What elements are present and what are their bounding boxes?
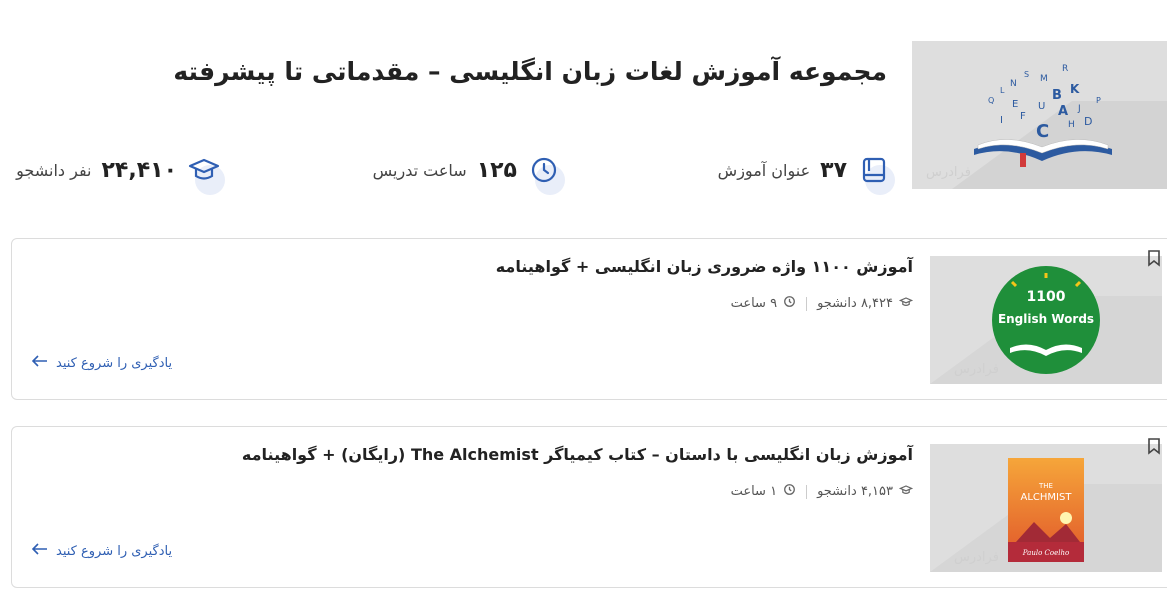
page-title: مجموعه آموزش لغات زبان انگلیسی – مقدماتی… <box>173 57 887 86</box>
header-letter-6: M <box>1040 74 1048 84</box>
arrow-left-icon <box>31 355 48 371</box>
thumb-book-author: Paulo Coelho <box>1022 549 1069 557</box>
stat-students-value: ۲۴,۴۱۰ <box>101 157 178 183</box>
start-learning-link[interactable]: یادگیری را شروع کنید <box>31 543 173 559</box>
header-letter-13: A <box>1058 104 1068 119</box>
course-students: ۸,۴۲۴ دانشجو <box>817 296 893 311</box>
header-letter-12: F <box>1020 111 1026 122</box>
stat-hours-value: ۱۲۵ <box>476 157 517 183</box>
graduation-cap-icon <box>187 153 225 195</box>
thumb-title-number: 1100 <box>1027 289 1066 305</box>
watermark: فرادرس <box>954 550 999 565</box>
course-hours: ۱ ساعت <box>730 484 778 499</box>
bookmark-icon[interactable] <box>1147 437 1161 459</box>
thumb-title-words: English Words <box>998 312 1094 326</box>
stat-courses-label: عنوان آموزش <box>717 160 811 180</box>
course-card[interactable]: 1100 English Words فرادرس آموزش ۱۱۰۰ واژ… <box>11 238 1167 400</box>
collection-cover-image: N S R Q L M B K E P I F A U J C H D فراد… <box>912 41 1167 189</box>
header-letter-5: L <box>1000 86 1005 95</box>
course-meta: ۴,۱۵۳ دانشجو ۱ ساعت <box>730 483 914 500</box>
course-card[interactable]: THE ALCHMIST Paulo Coelho فرادرس آموزش ز… <box>11 426 1167 588</box>
header-letter-11: I <box>1000 115 1003 126</box>
book-icon <box>857 153 895 195</box>
course-title[interactable]: آموزش زبان انگلیسی با داستان – کتاب کیمی… <box>242 445 913 464</box>
start-learning-label: یادگیری را شروع کنید <box>56 543 173 559</box>
header-letter-3: R <box>1062 64 1068 74</box>
stat-hours-label: ساعت تدریس <box>372 160 467 180</box>
watermark: فرادرس <box>954 362 999 377</box>
clock-icon <box>527 153 565 195</box>
stat-hours: ۱۲۵ ساعت تدریس <box>372 150 565 195</box>
stat-students-label: نفر دانشجو <box>16 160 92 180</box>
stat-students: ۲۴,۴۱۰ نفر دانشجو <box>16 150 225 195</box>
stat-courses-value: ۳۷ <box>820 157 847 183</box>
course-hours: ۹ ساعت <box>730 296 778 311</box>
arrow-left-icon <box>31 543 48 559</box>
course-title[interactable]: آموزش ۱۱۰۰ واژه ضروری زبان انگلیسی + گوا… <box>496 257 913 276</box>
clock-icon <box>783 295 796 312</box>
header-letter-15: J <box>1077 104 1081 114</box>
header-letter-7: B <box>1052 88 1062 103</box>
course-thumbnail[interactable]: THE ALCHMIST Paulo Coelho فرادرس <box>930 444 1162 572</box>
header-letter-18: D <box>1084 115 1092 128</box>
divider <box>806 484 808 499</box>
header-letter-10: P <box>1096 96 1101 105</box>
stat-courses: ۳۷ عنوان آموزش <box>717 150 895 195</box>
header-letter-8: K <box>1070 82 1080 96</box>
header-letter-16: C <box>1036 121 1049 142</box>
course-students: ۴,۱۵۳ دانشجو <box>817 484 893 499</box>
start-learning-link[interactable]: یادگیری را شروع کنید <box>31 355 173 371</box>
graduation-cap-icon <box>898 296 914 312</box>
header-letter-9: E <box>1012 99 1018 110</box>
start-learning-label: یادگیری را شروع کنید <box>56 355 173 371</box>
header-letter-17: H <box>1068 120 1075 130</box>
graduation-cap-icon <box>898 484 914 500</box>
thumb-book-title: ALCHMIST <box>1021 492 1073 503</box>
divider <box>806 296 808 311</box>
bookmark-icon[interactable] <box>1147 249 1161 271</box>
watermark: فرادرس <box>926 165 971 180</box>
header-letter-1: N <box>1010 79 1017 89</box>
thumb-book-the: THE <box>1038 482 1053 490</box>
header-letter-2: S <box>1024 70 1029 79</box>
course-thumbnail[interactable]: 1100 English Words فرادرس <box>930 256 1162 384</box>
header-letter-14: U <box>1038 101 1045 112</box>
clock-icon <box>783 483 796 500</box>
header-letter-4: Q <box>988 96 994 105</box>
course-meta: ۸,۴۲۴ دانشجو ۹ ساعت <box>730 295 914 312</box>
